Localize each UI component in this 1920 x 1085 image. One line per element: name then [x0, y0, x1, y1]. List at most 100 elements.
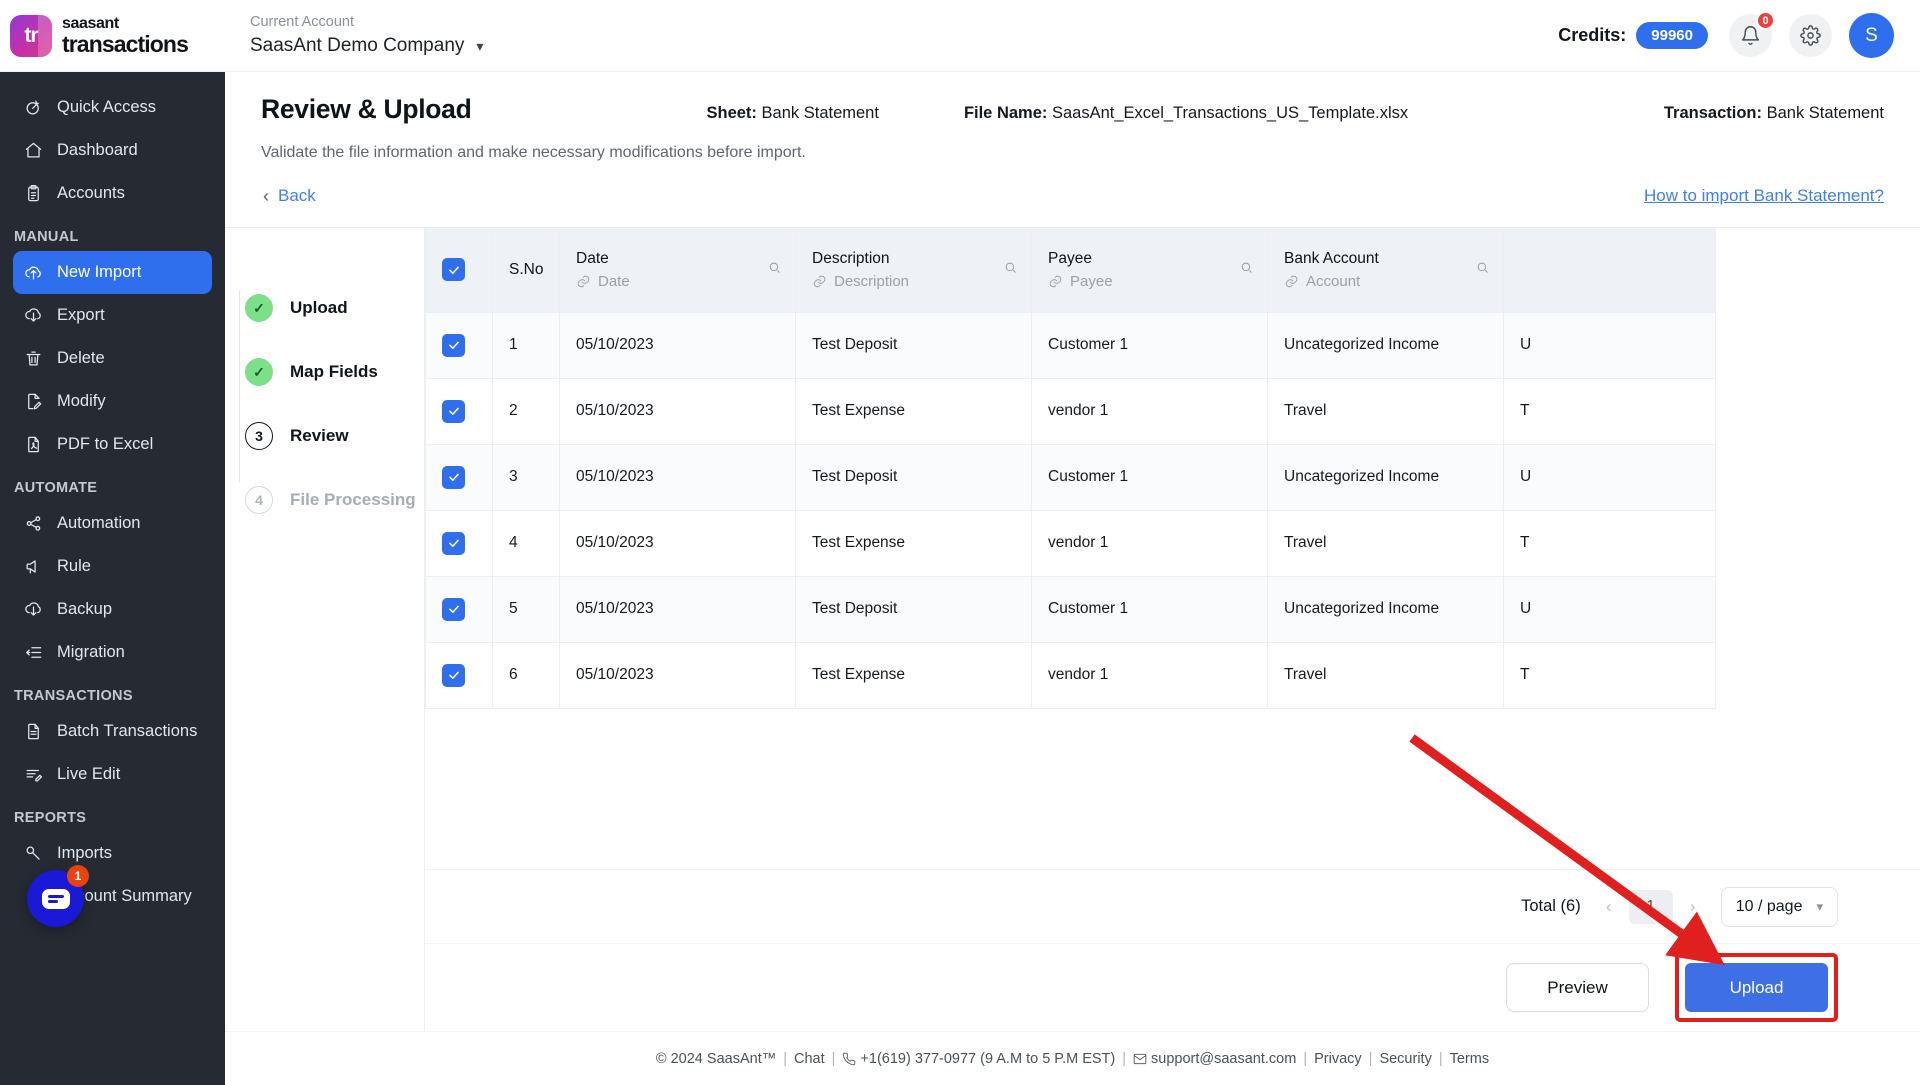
how-to-import-link[interactable]: How to import Bank Statement?: [1644, 186, 1884, 206]
row-checkbox[interactable]: [442, 465, 465, 489]
cell-date[interactable]: 05/10/2023: [559, 642, 796, 709]
cell-payee[interactable]: vendor 1: [1031, 378, 1268, 445]
row-checkbox[interactable]: [442, 597, 465, 621]
sidebar-item-dashboard[interactable]: Dashboard: [13, 129, 212, 172]
key-icon: [26, 846, 40, 860]
table-header: S.No Date Date Description Description Payee P…: [425, 228, 1716, 313]
cell-bank-account[interactable]: Travel: [1267, 378, 1504, 445]
sidebar-item-pdf-to-excel[interactable]: PDF to Excel: [13, 423, 212, 466]
cell-description[interactable]: Test Expense: [795, 642, 1032, 709]
pagination-page-1[interactable]: 1: [1628, 889, 1673, 924]
cell-overflow[interactable]: T: [1503, 378, 1716, 445]
cell-payee[interactable]: vendor 1: [1031, 510, 1268, 577]
column-header-bank-account: Bank Account Account: [1267, 228, 1504, 313]
total-records-label: Total (6): [1521, 897, 1581, 915]
preview-button[interactable]: Preview: [1506, 963, 1649, 1012]
cell-payee[interactable]: Customer 1: [1031, 312, 1268, 379]
stepper-step-upload[interactable]: ✓ Upload: [245, 276, 424, 340]
per-page-select[interactable]: 10 / page ▾: [1720, 886, 1838, 927]
cell-date[interactable]: 05/10/2023: [559, 576, 796, 643]
column-mapped-field: Date: [598, 272, 630, 290]
cell-description[interactable]: Test Deposit: [795, 444, 1032, 511]
megaphone-icon: [26, 560, 36, 574]
table-row[interactable]: 6 05/10/2023 Test Expense vendor 1 Travel T: [425, 642, 1716, 709]
sidebar-item-label: Backup: [57, 600, 113, 618]
column-search-icon[interactable]: [1003, 260, 1018, 280]
select-all-checkbox[interactable]: [442, 258, 465, 282]
import-stepper: ✓ Upload ✓ Map Fields 3 Review 4 File Processin…: [225, 228, 425, 1031]
sidebar-item-batch-transactions[interactable]: Batch Transactions: [13, 710, 212, 753]
table-row[interactable]: 5 05/10/2023 Test Deposit Customer 1 Uncateg…: [425, 576, 1716, 643]
sidebar-item-quick-access[interactable]: Quick Access: [13, 86, 212, 129]
cell-overflow[interactable]: U: [1503, 576, 1716, 643]
footer-email-link[interactable]: support@saasant.com: [1151, 1051, 1296, 1067]
table-row[interactable]: 4 05/10/2023 Test Expense vendor 1 Travel T: [425, 510, 1716, 577]
cell-date[interactable]: 05/10/2023: [559, 378, 796, 445]
pagination-prev-button[interactable]: ‹: [1599, 897, 1619, 917]
cell-bank-account[interactable]: Travel: [1267, 510, 1504, 577]
cell-description[interactable]: Test Deposit: [795, 312, 1032, 379]
cell-bank-account[interactable]: Uncategorized Income: [1267, 444, 1504, 511]
cell-description[interactable]: Test Deposit: [795, 576, 1032, 643]
row-select-cell: [425, 312, 493, 379]
transaction-value: Bank Statement: [1766, 104, 1884, 122]
sidebar-item-automation[interactable]: Automation: [13, 502, 212, 545]
sidebar-item-label: Imports: [57, 844, 113, 862]
pagination-next-button[interactable]: ›: [1683, 897, 1703, 917]
sidebar-item-backup[interactable]: Backup: [13, 588, 212, 631]
notifications-button[interactable]: 0: [1729, 11, 1775, 57]
sidebar-item-new-import[interactable]: New Import: [13, 251, 212, 294]
column-search-icon[interactable]: [1475, 260, 1490, 280]
footer-privacy-link[interactable]: Privacy: [1314, 1051, 1362, 1067]
sidebar-item-export[interactable]: Export: [13, 294, 212, 337]
row-checkbox[interactable]: [442, 399, 465, 423]
column-search-icon[interactable]: [1239, 260, 1254, 280]
sidebar-item-imports[interactable]: Imports: [13, 832, 212, 875]
settings-button[interactable]: [1789, 14, 1832, 57]
cell-bank-account[interactable]: Uncategorized Income: [1267, 312, 1504, 379]
sidebar-item-delete[interactable]: Delete: [13, 337, 212, 380]
footer-chat-link[interactable]: Chat: [794, 1051, 825, 1067]
cell-description[interactable]: Test Expense: [795, 378, 1032, 445]
row-checkbox[interactable]: [442, 663, 465, 687]
upload-button[interactable]: Upload: [1685, 963, 1828, 1012]
stepper-step-file-processing[interactable]: 4 File Processing: [245, 468, 424, 532]
cell-overflow[interactable]: T: [1503, 642, 1716, 709]
table-scroll-region[interactable]: S.No Date Date Description Description Payee P…: [425, 228, 1920, 869]
table-row[interactable]: 2 05/10/2023 Test Expense vendor 1 Travel T: [425, 378, 1716, 445]
row-checkbox[interactable]: [442, 531, 465, 555]
page-subtitle: Validate the file information and make n…: [261, 144, 806, 161]
sidebar-item-rule[interactable]: Rule: [13, 545, 212, 588]
chevron-down-icon[interactable]: ▾: [476, 38, 483, 55]
cell-payee[interactable]: vendor 1: [1031, 642, 1268, 709]
footer-security-link[interactable]: Security: [1379, 1051, 1431, 1067]
stepper-step-review[interactable]: 3 Review: [245, 404, 424, 468]
footer-terms-link[interactable]: Terms: [1450, 1051, 1489, 1067]
sidebar-item-live-edit[interactable]: Live Edit: [13, 753, 212, 796]
stepper-step-map-fields[interactable]: ✓ Map Fields: [245, 340, 424, 404]
current-account-selector[interactable]: Current Account SaasAnt Demo Company ▾: [250, 12, 483, 59]
cell-bank-account[interactable]: Travel: [1267, 642, 1504, 709]
cell-date[interactable]: 05/10/2023: [559, 312, 796, 379]
cell-date[interactable]: 05/10/2023: [559, 510, 796, 577]
chat-widget-button[interactable]: 1: [27, 865, 89, 927]
cell-overflow[interactable]: T: [1503, 510, 1716, 577]
cell-payee[interactable]: Customer 1: [1031, 576, 1268, 643]
table-row[interactable]: 3 05/10/2023 Test Deposit Customer 1 Uncateg…: [425, 444, 1716, 511]
step-marker: ✓: [245, 294, 273, 322]
brand-logo[interactable]: tr saasant transactions: [0, 0, 225, 72]
cell-overflow[interactable]: U: [1503, 444, 1716, 511]
cell-date[interactable]: 05/10/2023: [559, 444, 796, 511]
sidebar-item-accounts[interactable]: Accounts: [13, 172, 212, 215]
cell-bank-account[interactable]: Uncategorized Income: [1267, 576, 1504, 643]
sidebar-item-migration[interactable]: Migration: [13, 631, 212, 674]
user-avatar[interactable]: S: [1849, 13, 1894, 58]
back-button[interactable]: ‹ Back: [261, 182, 318, 210]
column-search-icon[interactable]: [767, 260, 782, 280]
cell-payee[interactable]: Customer 1: [1031, 444, 1268, 511]
cell-overflow[interactable]: U: [1503, 312, 1716, 379]
table-row[interactable]: 1 05/10/2023 Test Deposit Customer 1 Uncateg…: [425, 312, 1716, 379]
cell-description[interactable]: Test Expense: [795, 510, 1032, 577]
row-checkbox[interactable]: [442, 333, 465, 357]
sidebar-item-modify[interactable]: Modify: [13, 380, 212, 423]
